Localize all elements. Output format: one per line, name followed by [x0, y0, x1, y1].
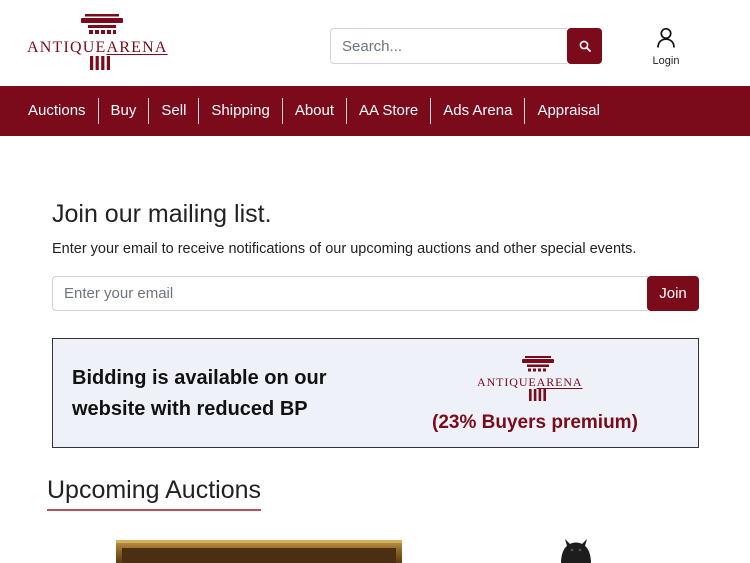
upcoming-auctions-heading: Upcoming Auctions — [47, 476, 262, 511]
nav-ads-arena[interactable]: Ads Arena — [431, 86, 524, 136]
nav-auctions[interactable]: Auctions — [16, 86, 98, 136]
auction-thumbnail-figurine[interactable] — [553, 536, 599, 563]
search-input[interactable] — [330, 28, 567, 64]
mailing-list-description: Enter your email to receive notification… — [52, 241, 637, 257]
join-button[interactable]: Join — [647, 276, 699, 311]
promo-text: Bidding is available on our website with… — [72, 367, 327, 420]
main-nav: Auctions Buy Sell Shipping About AA Stor… — [0, 86, 750, 136]
logo-wordmark: ANTIQUEARENA — [27, 39, 168, 56]
promo-logo: ANTIQUEARENA — [477, 355, 602, 405]
auction-thumbnail-painting[interactable] — [116, 540, 402, 563]
email-field[interactable] — [52, 276, 648, 311]
nav-buy[interactable]: Buy — [99, 86, 149, 136]
search-button[interactable] — [567, 28, 602, 64]
nav-sell[interactable]: Sell — [149, 86, 198, 136]
buyers-premium-text: (23% Buyers premium) — [432, 412, 638, 433]
login-label: Login — [652, 55, 680, 67]
login-link[interactable]: Login — [645, 27, 687, 67]
nav-aa-store[interactable]: AA Store — [347, 86, 430, 136]
search-icon — [579, 40, 591, 52]
nav-appraisal[interactable]: Appraisal — [525, 86, 612, 136]
site-logo[interactable]: ANTIQUEARENA — [27, 13, 177, 73]
bidding-promo-banner: Bidding is available on our website with… — [52, 338, 699, 448]
user-icon — [657, 27, 675, 48]
site-header: ANTIQUEARENA Login — [0, 0, 750, 86]
nav-about[interactable]: About — [283, 86, 346, 136]
mailing-list-title: Join our mailing list. — [52, 200, 272, 228]
painting-canvas — [122, 548, 396, 563]
promo-logo-wordmark: ANTIQUEARENA — [477, 375, 583, 389]
nav-shipping[interactable]: Shipping — [199, 86, 281, 136]
